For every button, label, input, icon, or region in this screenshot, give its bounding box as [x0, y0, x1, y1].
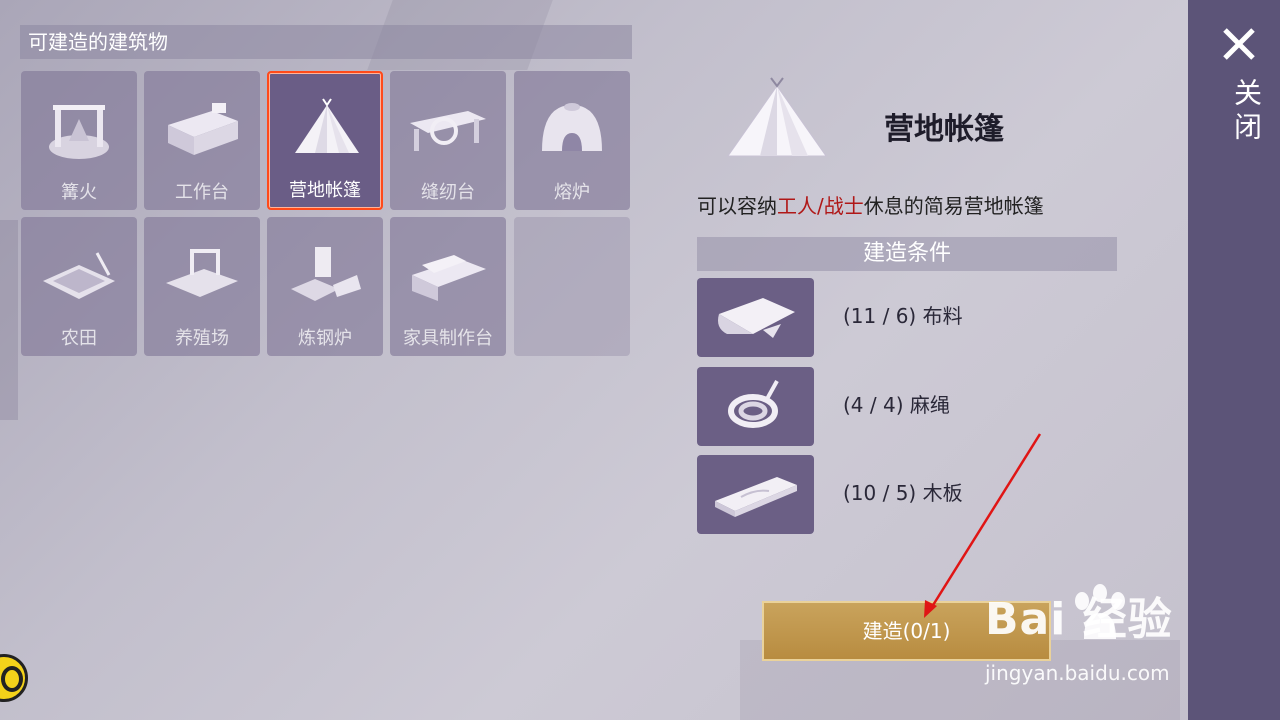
material-requirement: (4 / 4) 麻绳	[843, 393, 950, 417]
tent-icon	[295, 98, 359, 153]
building-tile-workbench[interactable]: 工作台	[144, 71, 260, 210]
workbench-icon	[168, 103, 238, 155]
building-tile-steel-furnace[interactable]: 炼钢炉	[267, 217, 383, 356]
background-scenery	[0, 220, 18, 420]
farmland-icon	[43, 252, 115, 299]
section-title: 可建造的建筑物	[20, 25, 632, 59]
conditions-header: 建造条件	[697, 237, 1117, 271]
building-label: 熔炉	[554, 182, 590, 203]
currency-icon[interactable]	[0, 654, 28, 702]
building-tile-tent[interactable]: 营地帐篷	[267, 71, 383, 210]
building-label: 营地帐篷	[289, 180, 361, 201]
close-label[interactable]: 关闭	[1226, 78, 1266, 146]
building-label: 养殖场	[175, 328, 229, 349]
building-tile-empty	[514, 217, 630, 356]
watermark-url: jingyan.baidu.com	[985, 661, 1170, 685]
building-tile-campfire[interactable]: 篝火	[21, 71, 137, 210]
rope-icon	[728, 380, 779, 428]
campfire-icon	[49, 105, 109, 159]
building-label: 农田	[61, 328, 97, 349]
building-label: 工作台	[175, 182, 229, 203]
material-requirement: (11 / 6) 布料	[843, 304, 963, 328]
building-tile-farmland[interactable]: 农田	[21, 217, 137, 356]
building-tile-ranch[interactable]: 养殖场	[144, 217, 260, 356]
building-label: 炼钢炉	[298, 328, 352, 349]
sewing-table-icon	[410, 111, 486, 151]
building-tile-furnace[interactable]: 熔炉	[514, 71, 630, 210]
close-icon[interactable]	[1221, 26, 1257, 62]
building-label: 缝纫台	[421, 182, 475, 203]
description-highlight: 工人/战士	[777, 194, 864, 218]
building-title: 营地帐篷	[884, 112, 1004, 147]
building-label: 家具制作台	[403, 328, 493, 349]
watermark-brand: Bai 经验	[985, 594, 1173, 645]
building-label: 篝火	[61, 182, 97, 203]
material-slot-cloth[interactable]	[697, 278, 814, 357]
baidu-watermark: Bai 经验 jingyan.baidu.com	[985, 583, 1173, 685]
building-description: 可以容纳工人/战士休息的简易营地帐篷	[697, 190, 1044, 219]
furnace-icon	[542, 103, 602, 151]
plank-icon	[715, 477, 797, 517]
building-tile-furniture-bench[interactable]: 家具制作台	[390, 217, 506, 356]
building-tile-sewing-table[interactable]: 缝纫台	[390, 71, 506, 210]
description-text: 休息的简易营地帐篷	[863, 194, 1044, 218]
furniture-bench-icon	[412, 255, 486, 301]
description-text: 可以容纳	[697, 194, 777, 218]
cloth-icon	[718, 298, 795, 338]
material-requirement: (10 / 5) 木板	[843, 481, 963, 505]
steel-furnace-icon	[291, 247, 361, 301]
tent-icon	[727, 77, 827, 157]
material-slot-rope[interactable]	[697, 367, 814, 446]
ranch-icon	[166, 249, 238, 297]
material-slot-plank[interactable]	[697, 455, 814, 534]
